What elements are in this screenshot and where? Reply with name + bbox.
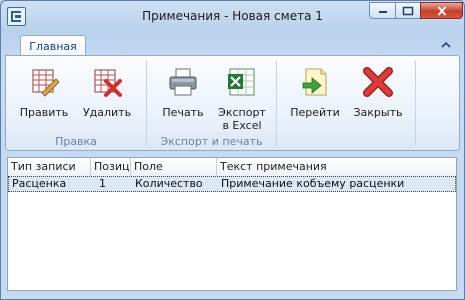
group-nav: Перейти Закрыть [277, 56, 415, 150]
collapse-ribbon-icon[interactable] [441, 39, 451, 48]
print-button-label: Печать [162, 106, 204, 119]
close-window-button[interactable] [420, 2, 463, 19]
delete-button-label: Удалить [82, 106, 132, 119]
edit-grid-icon [28, 66, 60, 98]
export-excel-line1: Экспорт [218, 106, 266, 119]
ribbon-tab-strip: Главная [1, 31, 464, 57]
export-excel-line2: в Excel [222, 119, 262, 132]
app-window: Примечания - Новая смета 1 Главная Прави… [0, 0, 465, 300]
column-header-field[interactable]: Поле [131, 158, 217, 176]
goto-button[interactable]: Перейти [287, 62, 343, 132]
maximize-button[interactable] [395, 2, 420, 19]
excel-icon [226, 66, 258, 98]
printer-icon [167, 66, 199, 98]
goto-button-label: Перейти [290, 106, 340, 119]
close-x-icon [362, 66, 394, 98]
group-export-label: Экспорт и печать [160, 135, 263, 148]
group-edit-label: Правка [55, 135, 97, 148]
close-button-label: Закрыть [353, 106, 403, 119]
cell-note-text[interactable]: Примечание кобъему расценки [218, 177, 456, 191]
edit-button-label: Править [19, 106, 69, 119]
delete-grid-icon [91, 66, 123, 98]
column-header-position[interactable]: Позиция [91, 158, 131, 176]
print-button[interactable]: Печать [155, 62, 211, 132]
group-divider [415, 60, 416, 146]
delete-button[interactable]: Удалить [78, 62, 136, 132]
column-header-note-text[interactable]: Текст примечания [217, 158, 456, 176]
table-header: Тип записи Позиция Поле Текст примечания [8, 158, 456, 177]
goto-arrow-icon [299, 66, 331, 98]
minimize-button[interactable] [369, 2, 395, 19]
cell-field[interactable]: Количество [132, 177, 218, 191]
title-bar[interactable]: Примечания - Новая смета 1 [1, 1, 464, 31]
export-excel-button-label: Экспорт в Excel [213, 106, 271, 132]
cell-position[interactable]: 1 [92, 177, 132, 191]
group-edit: Править Удалить Правка [6, 56, 146, 150]
tab-home[interactable]: Главная [20, 35, 86, 57]
close-button[interactable]: Закрыть [349, 62, 407, 132]
group-export: Печать Экспорт в Excel Экспорт и печать [147, 56, 276, 150]
column-header-record-type[interactable]: Тип записи [8, 158, 91, 176]
ribbon-panel: Править Удалить Правка Печать Экспорт в … [5, 55, 460, 151]
export-excel-button[interactable]: Экспорт в Excel [213, 62, 271, 132]
table-row[interactable]: Расценка 1 Количество Примечание кобъему… [8, 176, 456, 192]
notes-table: Тип записи Позиция Поле Текст примечания… [7, 157, 457, 291]
edit-button[interactable]: Править [16, 62, 72, 132]
cell-record-type[interactable]: Расценка [9, 177, 92, 191]
